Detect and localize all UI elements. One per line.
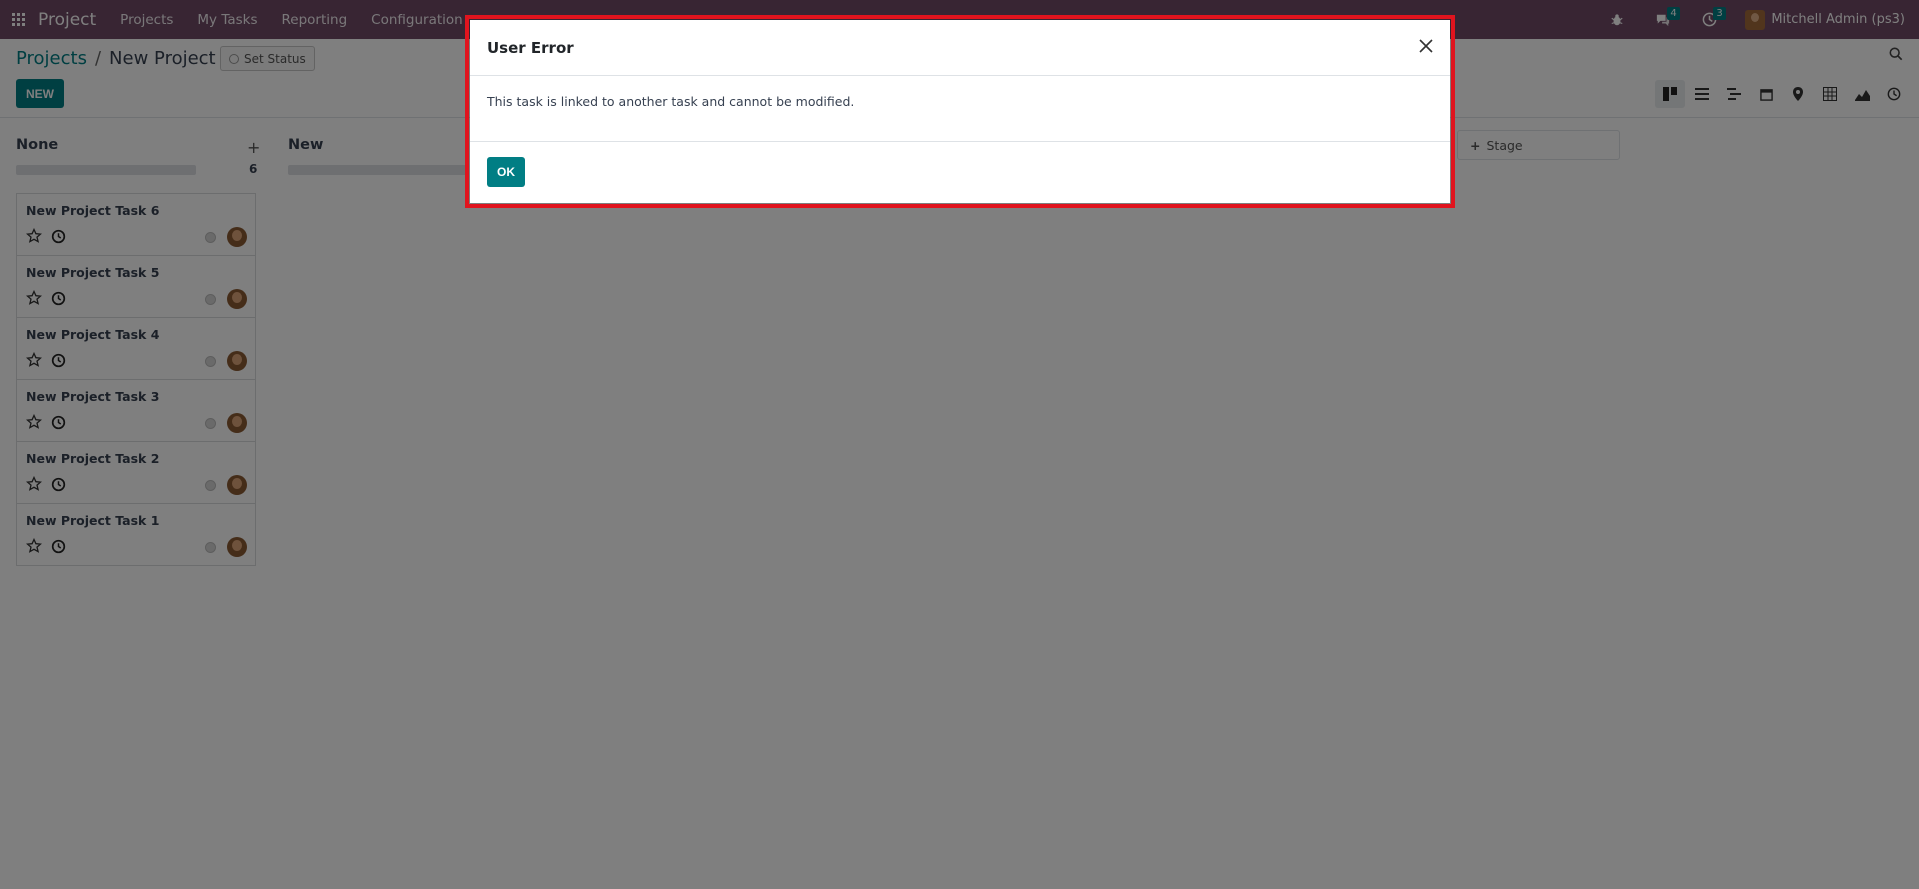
dialog-title: User Error xyxy=(487,39,574,57)
user-error-dialog: User Error This task is linked to anothe… xyxy=(470,20,1450,203)
dialog-footer xyxy=(470,141,1450,203)
close-icon[interactable] xyxy=(1416,36,1436,56)
dialog-message: This task is linked to another task and … xyxy=(487,94,855,109)
dialog-header: User Error xyxy=(470,20,1450,76)
ok-button[interactable]: OK xyxy=(487,157,525,187)
